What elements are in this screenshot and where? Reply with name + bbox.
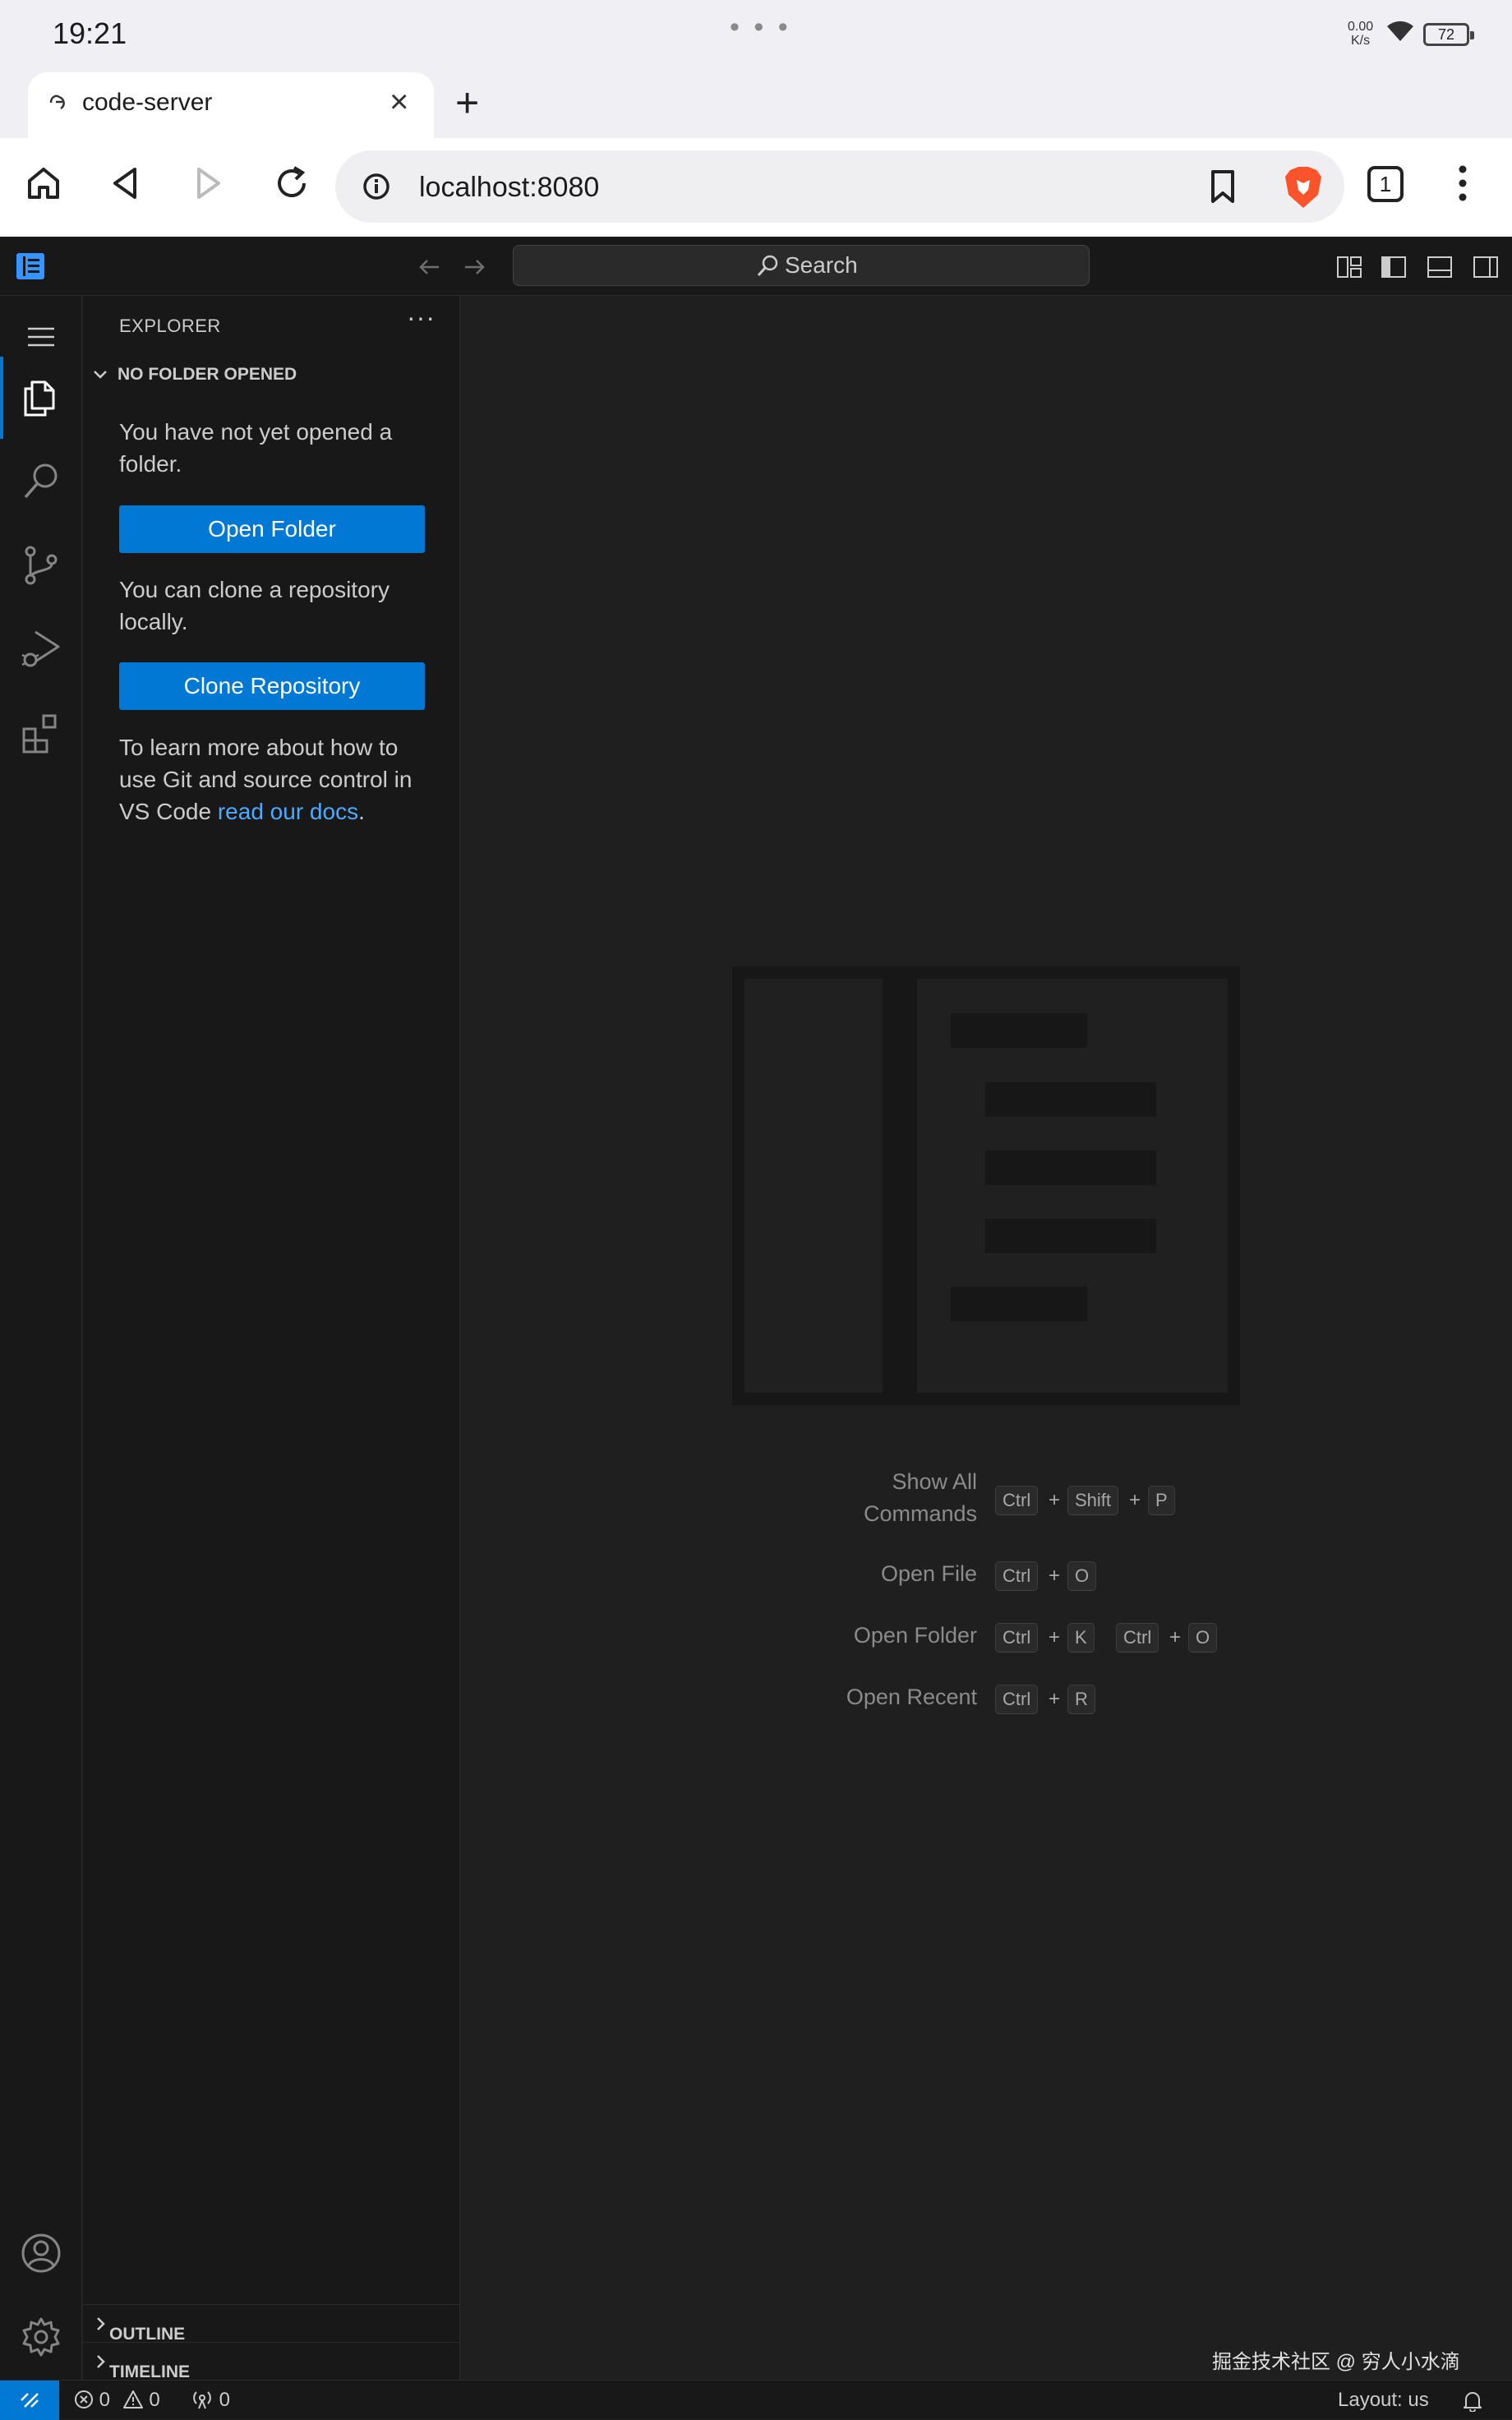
chevron-right-icon <box>97 2317 105 2330</box>
back-icon[interactable] <box>107 164 145 202</box>
gear-icon <box>22 2317 60 2357</box>
network-speed: 0.00 K/s <box>1348 20 1374 48</box>
url-text[interactable]: localhost:8080 <box>419 172 599 204</box>
forward-icon[interactable] <box>189 164 227 202</box>
activity-source-control[interactable] <box>0 524 82 606</box>
search-icon <box>757 255 778 276</box>
browser-tab[interactable]: code-server × <box>28 72 434 138</box>
close-tab-icon[interactable]: × <box>390 84 408 121</box>
credit-watermark: 掘金技术社区 @ 穷人小水滴 <box>1212 2351 1460 2373</box>
read-docs-link[interactable]: read our docs <box>218 799 358 824</box>
explorer-icon <box>24 380 55 417</box>
clone-repository-button[interactable]: Clone Repository <box>119 662 425 710</box>
keycap: Ctrl <box>995 1561 1039 1591</box>
tab-title: code-server <box>82 89 213 116</box>
extensions-icon <box>22 714 57 754</box>
tab-count-button[interactable]: 1 <box>1367 166 1404 202</box>
new-tab-icon[interactable]: + <box>455 79 479 127</box>
activity-extensions[interactable] <box>0 692 82 774</box>
explorer-sidebar: EXPLORER ··· NO FOLDER OPENED You have n… <box>83 296 460 2381</box>
activity-search[interactable] <box>0 440 82 523</box>
keycap: R <box>1067 1685 1095 1714</box>
remote-indicator-button[interactable] <box>0 2381 59 2420</box>
sidebar-title: EXPLORER <box>119 316 221 336</box>
wifi-icon <box>1387 21 1413 41</box>
keycap: O <box>1188 1623 1218 1653</box>
keycap: O <box>1067 1561 1097 1591</box>
chevron-right-icon <box>97 2355 105 2368</box>
open-folder-button[interactable]: Open Folder <box>119 505 425 553</box>
outline-section-header[interactable]: OUTLINE <box>83 2304 459 2344</box>
android-status-bar: 19:21 • • • 0.00 K/s 72 <box>0 0 1512 69</box>
activity-run-debug[interactable] <box>0 608 82 690</box>
code-server-logo-icon <box>16 253 44 279</box>
keycap: K <box>1067 1623 1095 1653</box>
timeline-section-header[interactable]: TIMELINE <box>83 2342 459 2381</box>
more-dots-icon: • • • <box>730 12 791 43</box>
browser-menu-icon[interactable] <box>1458 164 1468 202</box>
warning-icon <box>122 2390 143 2408</box>
brave-shield-icon[interactable] <box>1282 165 1325 210</box>
keycap: Ctrl <box>1116 1623 1159 1653</box>
vscode-watermark-logo-icon <box>732 966 1240 1405</box>
bookmark-icon[interactable] <box>1208 168 1238 205</box>
reload-icon[interactable] <box>273 164 311 202</box>
keycap: Ctrl <box>995 1486 1039 1515</box>
address-bar[interactable]: localhost:8080 <box>335 150 1344 223</box>
toggle-secondary-sidebar-icon[interactable] <box>1473 255 1499 279</box>
error-icon <box>75 2390 93 2408</box>
browser-tab-strip: code-server × + <box>0 69 1512 138</box>
command-center-search[interactable]: Search <box>513 245 1090 286</box>
ports-indicator[interactable]: 0 <box>191 2389 230 2412</box>
site-info-icon[interactable] <box>362 172 391 201</box>
home-icon[interactable] <box>25 164 62 202</box>
source-control-icon <box>25 546 58 585</box>
vscode-status-bar: 0 0 0 Layout: us <box>0 2380 1512 2420</box>
learn-more-message: To learn more about how to use Git and s… <box>119 735 413 824</box>
remote-icon <box>21 2393 39 2408</box>
editor-area: Show All Commands Ctrl + Shift + P Open … <box>461 296 1512 2380</box>
activity-manage[interactable] <box>0 2296 82 2378</box>
menu-icon <box>28 327 54 347</box>
no-folder-section-header[interactable]: NO FOLDER OPENED <box>93 365 297 385</box>
activity-accounts[interactable] <box>0 2212 82 2294</box>
search-label: Search <box>785 252 858 278</box>
run-debug-icon <box>21 630 60 667</box>
account-icon <box>21 2233 61 2273</box>
vscode-title-bar: Search <box>0 237 1512 296</box>
chevron-down-icon <box>93 365 118 385</box>
browser-toolbar: localhost:8080 1 <box>0 138 1512 237</box>
keycap: Shift <box>1067 1486 1119 1515</box>
activity-bar <box>0 296 82 2380</box>
clone-message: You can clone a repository locally. <box>119 577 390 634</box>
nav-forward-icon[interactable] <box>462 255 486 279</box>
customize-layout-icon[interactable] <box>1336 255 1362 279</box>
battery-indicator: 72 <box>1423 23 1474 46</box>
broadcast-icon <box>193 2391 211 2409</box>
problems-indicator[interactable]: 0 0 <box>74 2389 160 2412</box>
activity-explorer[interactable] <box>0 357 82 439</box>
section-title: NO FOLDER OPENED <box>118 365 297 384</box>
nav-back-icon[interactable] <box>417 255 442 279</box>
toggle-panel-icon[interactable] <box>1427 255 1453 279</box>
keycap: P <box>1148 1486 1175 1515</box>
toggle-primary-sidebar-icon[interactable] <box>1381 255 1407 279</box>
keyboard-layout-indicator[interactable]: Layout: us <box>1338 2389 1429 2412</box>
notifications-bell-icon[interactable] <box>1463 2390 1482 2412</box>
keycap: Ctrl <box>995 1685 1039 1714</box>
keycap: Ctrl <box>995 1623 1039 1653</box>
more-actions-icon[interactable]: ··· <box>407 302 436 333</box>
clock: 19:21 <box>53 16 127 50</box>
code-server-favicon-icon <box>49 94 65 110</box>
search-icon <box>24 463 58 499</box>
no-folder-message: You have not yet opened a folder. <box>119 419 393 477</box>
